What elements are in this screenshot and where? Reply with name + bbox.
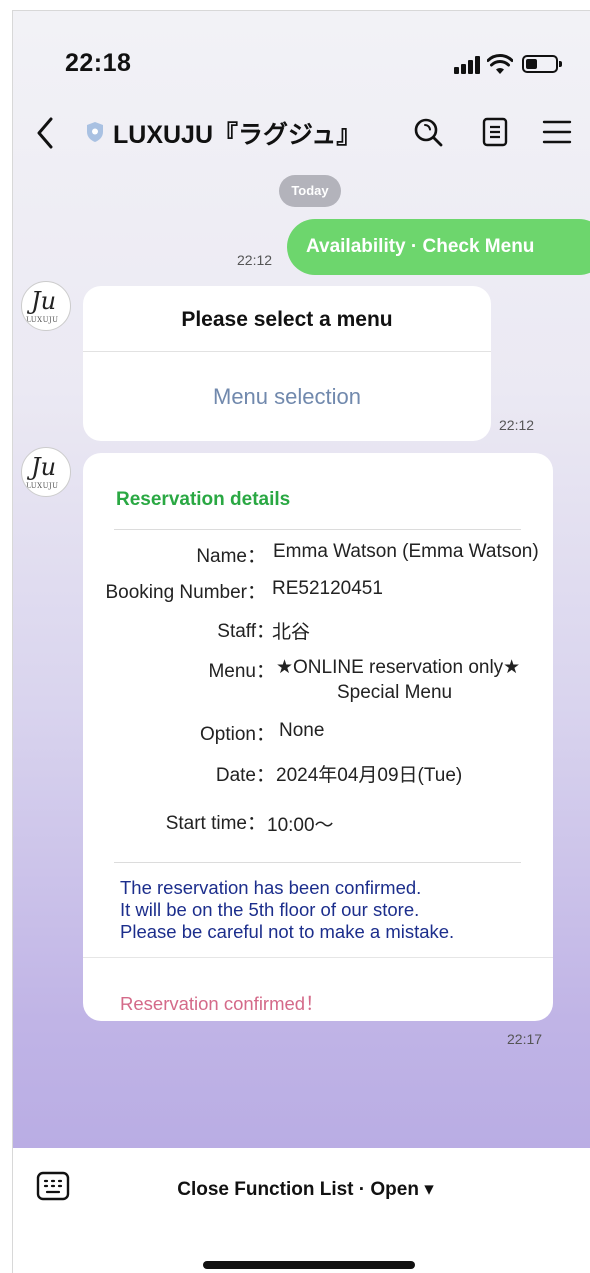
menu-value-line2: Special Menu xyxy=(337,682,453,703)
date-chip: Today xyxy=(279,175,341,207)
status-bar: 22:18 xyxy=(13,11,590,99)
reservation-title: Reservation details xyxy=(116,489,291,510)
home-indicator[interactable] xyxy=(203,1261,415,1269)
staff-label: Staff： xyxy=(217,621,275,642)
reservation-card: Reservation details Name： Emma Watson (E… xyxy=(83,453,553,1021)
name-value: Emma Watson (Emma Watson) xyxy=(273,541,539,562)
chat-header: LUXUJU『ラグジュ』 xyxy=(13,103,590,163)
avatar[interactable]: Ju LUXUJU xyxy=(21,447,71,497)
wifi-icon xyxy=(487,54,513,74)
sent-message-bubble[interactable]: Availability · Check Menu xyxy=(287,219,590,275)
menu-selection-button[interactable]: Menu selection xyxy=(83,384,491,410)
search-icon[interactable] xyxy=(413,117,443,147)
staff-value: 北谷 xyxy=(272,622,311,643)
menu-icon[interactable] xyxy=(542,119,572,145)
phone-screen: 22:18 LUXUJU『ラグジュ』 Today 22:12 Availabil… xyxy=(12,10,590,1273)
function-bar: Close Function List · Open ▾ xyxy=(13,1148,590,1273)
name-label: Name： xyxy=(196,546,266,567)
menu-label: Menu： xyxy=(208,661,275,682)
battery-icon xyxy=(522,55,562,73)
booking-number-value: RE52120451 xyxy=(272,578,383,599)
divider xyxy=(114,862,521,863)
booking-number-label: Booking Number： xyxy=(105,582,266,603)
menu-select-card: Please select a menu Menu selection xyxy=(83,286,491,441)
avatar-mark: Ju xyxy=(31,453,57,481)
menu-card-timestamp: 22:12 xyxy=(499,417,535,433)
reservation-notice: The reservation has been confirmed. It w… xyxy=(120,877,454,943)
date-value: 2024年04月09日(Tue) xyxy=(276,765,463,786)
option-label: Option： xyxy=(200,724,275,745)
sent-timestamp: 22:12 xyxy=(237,252,273,268)
option-value: None xyxy=(279,720,325,741)
reservation-timestamp: 22:17 xyxy=(507,1031,543,1047)
avatar-sub: LUXUJU xyxy=(26,482,59,490)
signal-icon xyxy=(454,56,480,74)
start-time-value: 10:00～ xyxy=(267,815,334,836)
function-list-toggle[interactable]: Close Function List · Open ▾ xyxy=(13,1178,590,1201)
menu-value: ★ONLINE reservation only★ xyxy=(276,657,521,678)
date-label: Date： xyxy=(215,765,275,786)
divider xyxy=(83,351,491,352)
divider xyxy=(83,957,553,958)
avatar-sub: LUXUJU xyxy=(26,316,59,324)
status-time: 22:18 xyxy=(65,49,132,77)
shield-icon xyxy=(87,122,103,142)
reservation-confirmed-text: Reservation confirmed！ xyxy=(120,993,324,1014)
avatar[interactable]: Ju LUXUJU xyxy=(21,281,71,331)
start-time-label: Start time： xyxy=(165,813,266,834)
notes-icon[interactable] xyxy=(482,117,508,147)
notice-line: Please be careful not to make a mistake. xyxy=(120,921,455,942)
notice-line: The reservation has been confirmed. xyxy=(120,877,422,898)
notice-line: It will be on the 5th floor of our store… xyxy=(120,899,420,920)
menu-card-title: Please select a menu xyxy=(181,308,393,331)
chat-title: LUXUJU『ラグジュ』 xyxy=(113,121,362,149)
avatar-mark: Ju xyxy=(31,287,57,315)
divider xyxy=(114,529,521,530)
back-icon[interactable] xyxy=(31,115,61,151)
